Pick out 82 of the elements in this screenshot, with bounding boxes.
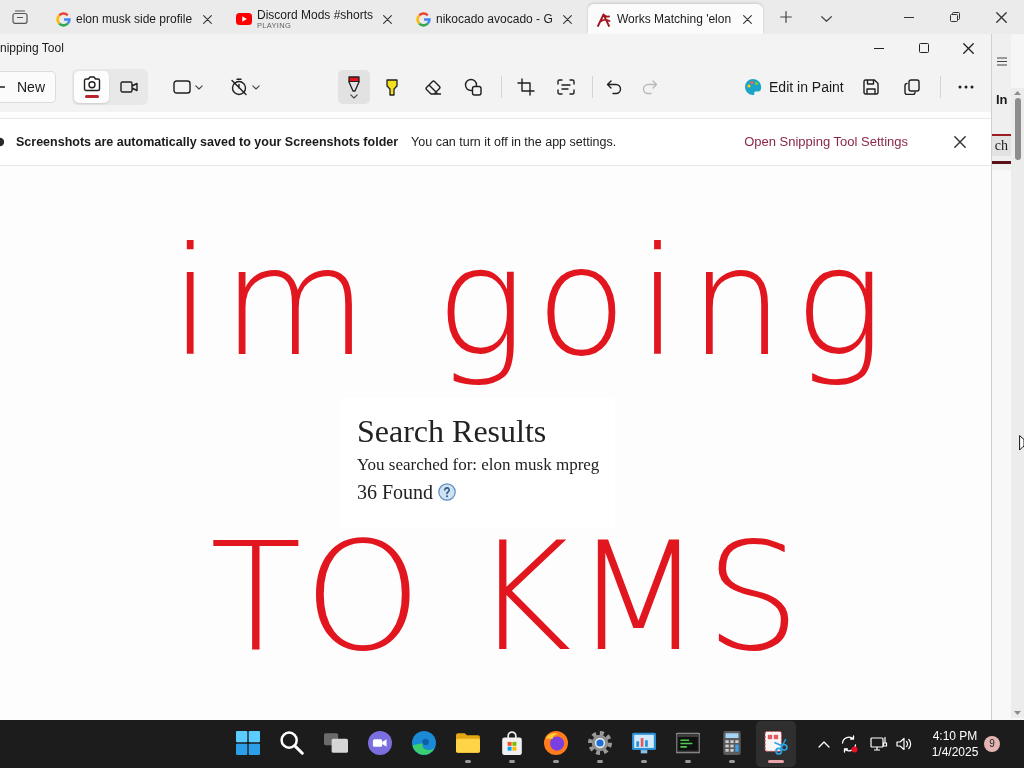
folder-icon[interactable] <box>456 731 480 755</box>
close-icon[interactable] <box>954 136 966 148</box>
handwritten-text: im going <box>170 215 895 391</box>
browser-tab[interactable]: Works Matching 'elon <box>588 4 763 34</box>
pen-button[interactable] <box>338 70 370 104</box>
video-chat-icon[interactable] <box>368 731 392 755</box>
tab-overview-icon[interactable] <box>12 10 28 24</box>
search-button[interactable]: ch <box>992 136 1011 156</box>
scroll-up-icon[interactable] <box>1014 91 1021 95</box>
minimize-icon[interactable] <box>873 47 884 49</box>
close-icon[interactable] <box>995 11 1007 23</box>
notification-badge[interactable]: 9 <box>984 736 1000 752</box>
window-title: nipping Tool <box>0 40 64 57</box>
store-bag-icon[interactable] <box>500 731 524 755</box>
monitor-chart-icon[interactable] <box>632 731 656 755</box>
scrollbar-thumb[interactable] <box>1014 98 1021 160</box>
search-icon[interactable] <box>280 731 304 755</box>
calculator-icon[interactable] <box>720 731 744 755</box>
maximize-icon[interactable] <box>918 43 929 53</box>
plus-icon[interactable] <box>780 11 792 23</box>
chevron-down-icon[interactable] <box>821 16 832 22</box>
menu-icon[interactable] <box>997 57 1007 66</box>
restore-icon[interactable] <box>950 12 960 22</box>
save-icon[interactable] <box>862 79 879 95</box>
g-logo-icon <box>56 11 71 27</box>
terminal-icon[interactable] <box>676 731 700 755</box>
palette-icon <box>744 78 762 96</box>
chevron-up-icon[interactable] <box>818 740 830 748</box>
close-icon[interactable] <box>563 14 572 24</box>
rectangle-icon <box>173 80 191 94</box>
play-icon <box>236 13 252 25</box>
close-icon[interactable] <box>743 14 752 24</box>
video-camera-icon <box>119 81 138 93</box>
cursor-icon <box>1019 435 1024 451</box>
text-scan-icon[interactable] <box>557 79 575 95</box>
settings-icon[interactable] <box>588 731 612 755</box>
shapes-icon <box>464 78 482 96</box>
clock-time[interactable]: 4:10 PM <box>932 728 978 744</box>
active-app-button[interactable] <box>756 721 796 767</box>
swirl-icon[interactable] <box>412 731 436 755</box>
copy-icon[interactable] <box>903 79 920 95</box>
browser-tab[interactable]: nikocado avocado - G <box>408 4 583 34</box>
pen-icon <box>347 75 361 92</box>
timer-off-icon <box>230 78 248 96</box>
start-icon[interactable] <box>236 731 260 755</box>
notification-title: Screenshots are automatically saved to your Screenshots folder <box>16 133 399 151</box>
scissors-icon[interactable] <box>764 731 788 755</box>
photo-mode-button[interactable] <box>74 71 109 103</box>
chevron-down-icon <box>195 84 203 90</box>
volume-icon[interactable] <box>896 737 912 751</box>
minimize-icon[interactable] <box>904 16 914 18</box>
close-icon[interactable] <box>963 42 974 54</box>
g-logo-icon <box>416 11 431 27</box>
search-query-text: You searched for: elon musk mpreg <box>357 453 598 476</box>
figure-icon <box>596 11 612 27</box>
highlighter-icon <box>385 78 399 96</box>
undo-icon[interactable] <box>606 79 622 95</box>
scrollbar[interactable] <box>1011 88 1024 718</box>
camera-icon <box>82 76 101 92</box>
handwritten-text: TO KMS <box>210 529 803 665</box>
network-icon[interactable] <box>870 735 888 753</box>
close-icon[interactable] <box>383 14 392 24</box>
nav-link[interactable]: In <box>996 92 1011 107</box>
crop-icon[interactable] <box>517 78 535 96</box>
chevron-down-icon <box>350 93 358 99</box>
help-icon[interactable] <box>438 482 457 501</box>
task-view-icon[interactable] <box>324 731 348 755</box>
notification-message: You can turn it off in the app settings. <box>411 133 617 151</box>
eraser-icon <box>424 79 442 95</box>
settings-link[interactable]: Open Snipping Tool Settings <box>744 132 908 152</box>
browser-tab[interactable]: elon musk side profile <box>48 4 223 34</box>
new-button[interactable]: New <box>0 71 56 103</box>
flame-globe-icon[interactable] <box>544 731 568 755</box>
clock-date[interactable]: 1/4/2025 <box>931 744 979 760</box>
more-icon[interactable] <box>957 85 974 89</box>
close-icon[interactable] <box>203 14 212 24</box>
results-heading: Search Results <box>357 411 548 450</box>
sync-icon[interactable] <box>840 735 858 753</box>
chevron-down-icon <box>252 84 260 90</box>
edit-in-paint-button[interactable]: Edit in Paint <box>740 71 848 103</box>
results-count: 36 Found <box>357 479 434 505</box>
scroll-down-icon[interactable] <box>1014 711 1021 715</box>
